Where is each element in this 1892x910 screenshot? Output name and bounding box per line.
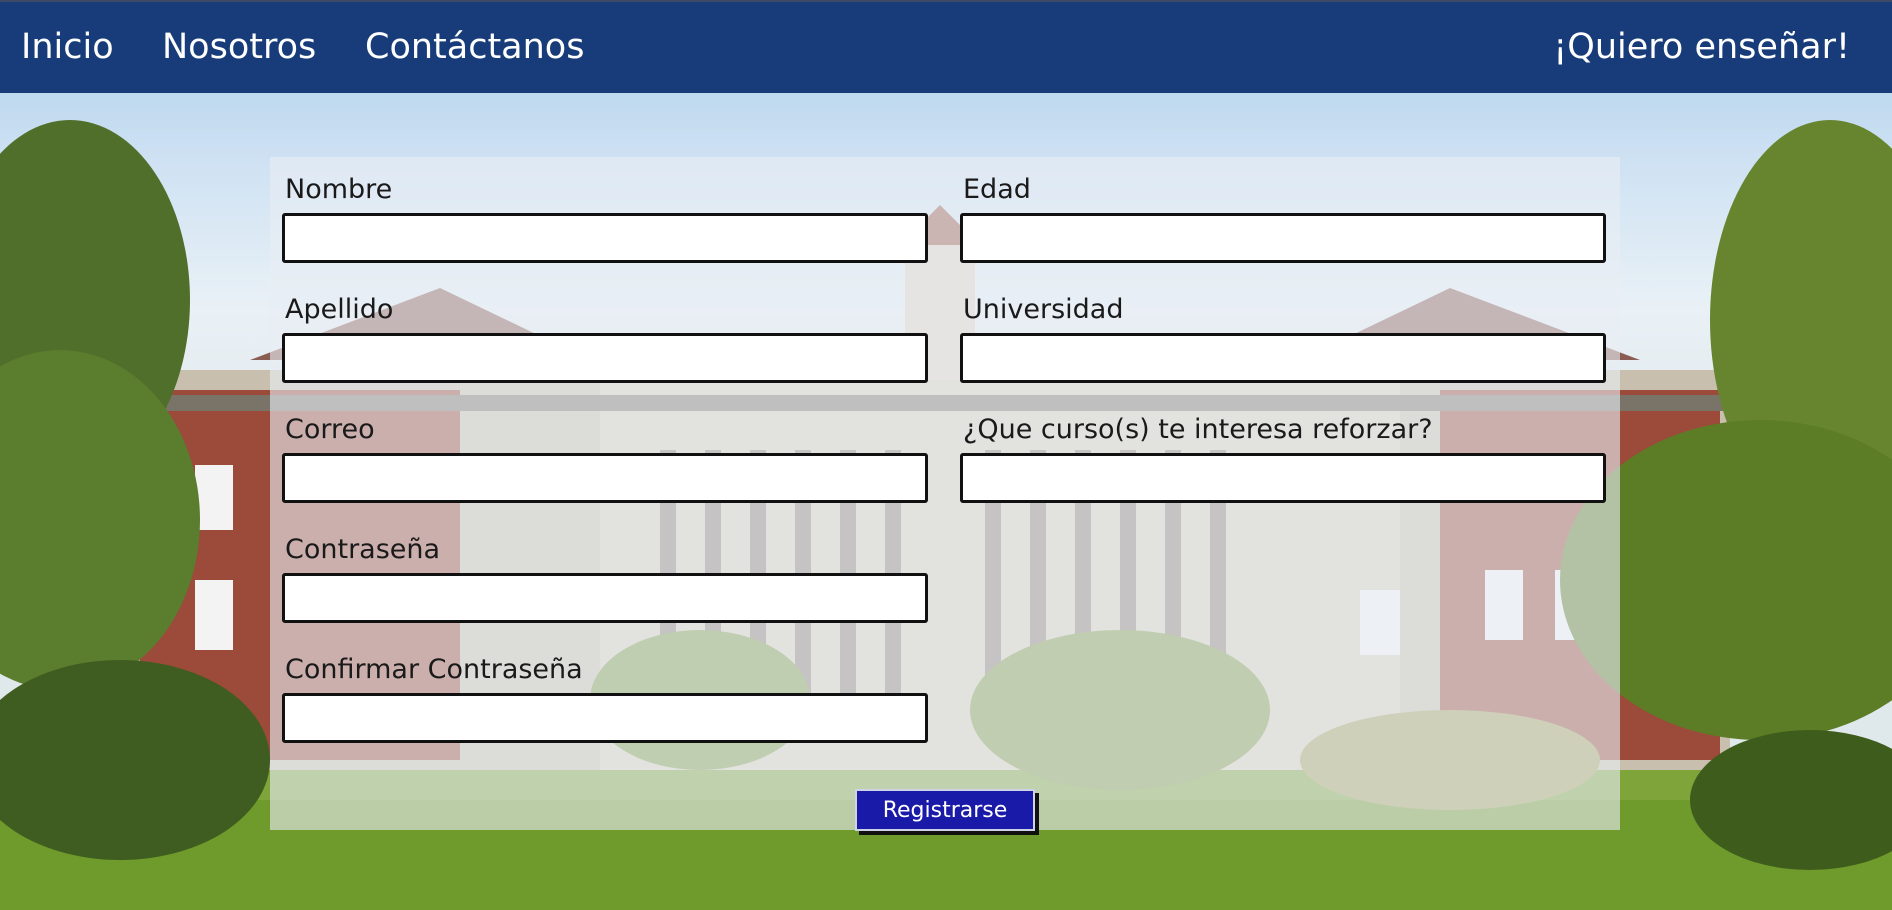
nav-link-quiero-ensenar[interactable]: ¡Quiero enseñar! bbox=[1553, 2, 1850, 93]
apellido-label: Apellido bbox=[285, 294, 394, 325]
correo-input[interactable] bbox=[282, 453, 928, 503]
universidad-input[interactable] bbox=[960, 333, 1606, 383]
nombre-input[interactable] bbox=[282, 213, 928, 263]
nav-link-nosotros[interactable]: Nosotros bbox=[162, 2, 316, 93]
cursos-input[interactable] bbox=[960, 453, 1606, 503]
nav-link-contactanos[interactable]: Contáctanos bbox=[365, 2, 584, 93]
nombre-label: Nombre bbox=[285, 174, 393, 205]
edad-input[interactable] bbox=[960, 213, 1606, 263]
contrasena-label: Contraseña bbox=[285, 534, 441, 565]
top-navigation-bar: Inicio Nosotros Contáctanos ¡Quiero ense… bbox=[0, 0, 1892, 93]
contrasena-input[interactable] bbox=[282, 573, 928, 623]
confirmar-contrasena-label: Confirmar Contraseña bbox=[285, 654, 583, 685]
nav-link-inicio[interactable]: Inicio bbox=[21, 2, 114, 93]
registrarse-button[interactable]: Registrarse bbox=[855, 789, 1035, 831]
correo-label: Correo bbox=[285, 414, 375, 445]
confirmar-contrasena-input[interactable] bbox=[282, 693, 928, 743]
apellido-input[interactable] bbox=[282, 333, 928, 383]
registration-form: Nombre Apellido Correo Contraseña Confir… bbox=[270, 157, 1620, 831]
universidad-label: Universidad bbox=[963, 294, 1124, 325]
edad-label: Edad bbox=[963, 174, 1031, 205]
cursos-label: ¿Que curso(s) te interesa reforzar? bbox=[963, 414, 1433, 445]
